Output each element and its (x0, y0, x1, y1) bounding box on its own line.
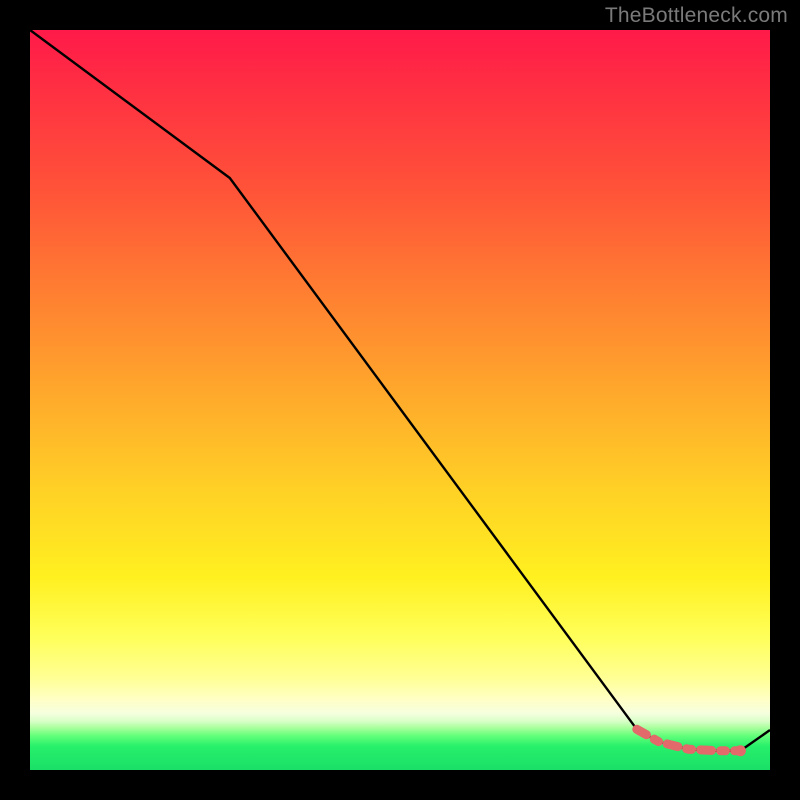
main-curve (30, 30, 770, 751)
end-dot (735, 745, 746, 756)
watermark-text: TheBottleneck.com (605, 4, 788, 28)
highlight-dashed-segment (637, 729, 741, 750)
line-overlay (30, 30, 770, 770)
chart-frame: TheBottleneck.com (0, 0, 800, 800)
gradient-plot-area (30, 30, 770, 770)
